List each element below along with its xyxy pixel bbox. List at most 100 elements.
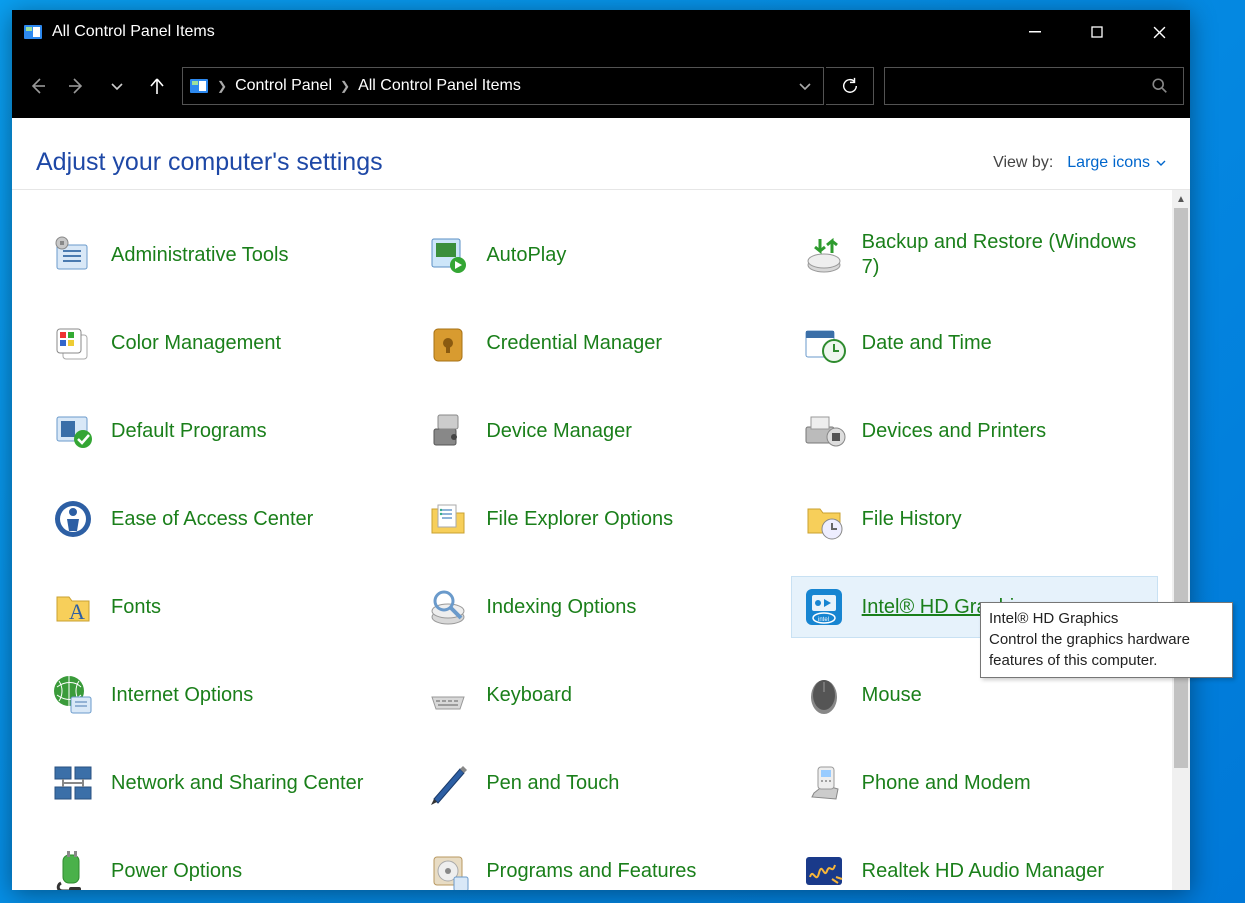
devicemgr-icon [424, 407, 472, 455]
recent-locations-button[interactable] [98, 67, 136, 105]
cp-item-ease[interactable]: Ease of Access Center [40, 488, 407, 550]
content-area: Administrative Tools AutoPlay Backup and R… [12, 190, 1190, 890]
autoplay-icon [424, 231, 472, 279]
power-icon [49, 847, 97, 890]
cp-item-network[interactable]: Network and Sharing Center [40, 752, 407, 814]
svg-text:A: A [69, 599, 85, 624]
cp-item-fileexplorer[interactable]: File Explorer Options [415, 488, 782, 550]
cp-item-pen[interactable]: Pen and Touch [415, 752, 782, 814]
cp-item-devprint[interactable]: Devices and Printers [791, 400, 1158, 462]
cp-item-credential[interactable]: Credential Manager [415, 312, 782, 374]
cp-item-label: Backup and Restore (Windows 7) [862, 230, 1149, 280]
cp-item-label: Keyboard [486, 683, 572, 708]
search-icon [1151, 77, 1169, 95]
indexing-icon [424, 583, 472, 631]
window-controls [1004, 10, 1190, 54]
chevron-right-icon[interactable]: ❯ [340, 79, 350, 93]
scroll-thumb[interactable] [1174, 208, 1188, 768]
cp-item-datetime[interactable]: Date and Time [791, 312, 1158, 374]
devprint-icon [800, 407, 848, 455]
addressbar-icon [189, 76, 209, 96]
address-bar[interactable]: ❯ Control Panel ❯ All Control Panel Item… [182, 67, 824, 105]
cp-item-label: File History [862, 507, 962, 532]
search-box[interactable] [884, 67, 1184, 105]
cp-item-internet[interactable]: Internet Options [40, 664, 407, 726]
backup-icon [800, 231, 848, 279]
fileexplorer-icon [424, 495, 472, 543]
credential-icon [424, 319, 472, 367]
pen-icon [424, 759, 472, 807]
forward-button[interactable] [58, 67, 96, 105]
cp-item-label: Fonts [111, 595, 161, 620]
phone-icon [800, 759, 848, 807]
intel-icon: intel [800, 583, 848, 631]
view-by-label: View by: [993, 154, 1053, 172]
cp-item-devicemgr[interactable]: Device Manager [415, 400, 782, 462]
cp-item-label: Color Management [111, 331, 281, 356]
chevron-down-icon [1156, 158, 1166, 168]
cp-item-label: File Explorer Options [486, 507, 673, 532]
network-icon [49, 759, 97, 807]
control-panel-window: All Control Panel Items [12, 10, 1190, 890]
page-header: Adjust your computer's settings View by:… [12, 118, 1190, 190]
scrollbar[interactable]: ▲ [1172, 190, 1190, 890]
cp-item-label: Default Programs [111, 419, 267, 444]
tooltip-title: Intel® HD Graphics [989, 609, 1224, 629]
cp-item-admintools[interactable]: Administrative Tools [40, 224, 407, 286]
cp-item-label: Power Options [111, 859, 242, 884]
refresh-button[interactable] [826, 67, 874, 105]
cp-item-label: Credential Manager [486, 331, 662, 356]
keyboard-icon [424, 671, 472, 719]
ease-icon [49, 495, 97, 543]
chevron-right-icon[interactable]: ❯ [217, 79, 227, 93]
cp-item-realtek[interactable]: Realtek HD Audio Manager [791, 840, 1158, 890]
fonts-icon: A [49, 583, 97, 631]
cp-item-label: Devices and Printers [862, 419, 1047, 444]
cp-item-keyboard[interactable]: Keyboard [415, 664, 782, 726]
mouse-icon [800, 671, 848, 719]
cp-item-autoplay[interactable]: AutoPlay [415, 224, 782, 286]
minimize-button[interactable] [1004, 10, 1066, 54]
cp-item-label: Programs and Features [486, 859, 696, 884]
cp-item-label: Phone and Modem [862, 771, 1031, 796]
cp-item-programs[interactable]: Programs and Features [415, 840, 782, 890]
up-button[interactable] [138, 67, 176, 105]
realtek-icon [800, 847, 848, 890]
cp-item-label: Ease of Access Center [111, 507, 313, 532]
control-panel-grid: Administrative Tools AutoPlay Backup and R… [12, 190, 1172, 890]
cp-item-defaultprog[interactable]: Default Programs [40, 400, 407, 462]
datetime-icon [800, 319, 848, 367]
back-button[interactable] [18, 67, 56, 105]
maximize-button[interactable] [1066, 10, 1128, 54]
view-by-value: Large icons [1067, 154, 1150, 172]
cp-item-filehistory[interactable]: File History [791, 488, 1158, 550]
scroll-up-button[interactable]: ▲ [1172, 190, 1190, 208]
titlebar: All Control Panel Items [12, 10, 1190, 54]
navigation-bar: ❯ Control Panel ❯ All Control Panel Item… [12, 54, 1190, 118]
breadcrumb-control-panel[interactable]: Control Panel [235, 77, 332, 95]
view-by-control: View by: Large icons [993, 154, 1166, 172]
cp-item-label: Pen and Touch [486, 771, 619, 796]
cp-item-label: Internet Options [111, 683, 253, 708]
cp-item-power[interactable]: Power Options [40, 840, 407, 890]
tooltip-body: Control the graphics hardware features o… [989, 630, 1224, 671]
filehistory-icon [800, 495, 848, 543]
window-title: All Control Panel Items [52, 23, 1004, 41]
cp-item-indexing[interactable]: Indexing Options [415, 576, 782, 638]
breadcrumb-all-items[interactable]: All Control Panel Items [358, 77, 521, 95]
cp-item-fonts[interactable]: A Fonts [40, 576, 407, 638]
programs-icon [424, 847, 472, 890]
cp-item-phone[interactable]: Phone and Modem [791, 752, 1158, 814]
addressbar-dropdown[interactable] [793, 79, 817, 93]
cp-item-label: Realtek HD Audio Manager [862, 859, 1104, 884]
cp-item-label: Administrative Tools [111, 243, 288, 268]
tooltip: Intel® HD Graphics Control the graphics … [980, 602, 1233, 678]
cp-item-label: Indexing Options [486, 595, 636, 620]
view-by-dropdown[interactable]: Large icons [1067, 154, 1166, 172]
cp-item-label: Mouse [862, 683, 922, 708]
cp-item-backup[interactable]: Backup and Restore (Windows 7) [791, 224, 1158, 286]
window-icon [22, 21, 44, 43]
close-button[interactable] [1128, 10, 1190, 54]
cp-item-color[interactable]: Color Management [40, 312, 407, 374]
color-icon [49, 319, 97, 367]
